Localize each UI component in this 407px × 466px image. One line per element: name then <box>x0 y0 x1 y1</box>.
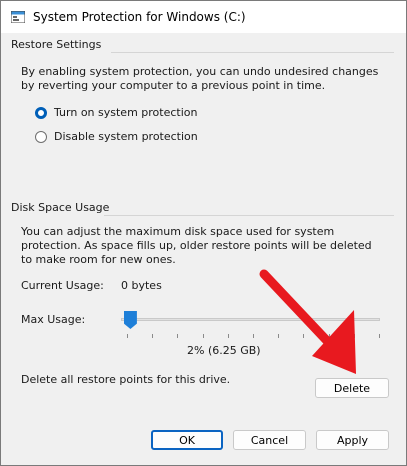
slider-tick <box>202 334 204 338</box>
disable-protection-label[interactable]: Disable system protection <box>54 130 198 143</box>
window-title: System Protection for Windows (C:) <box>33 10 246 24</box>
slider-tick <box>253 334 254 338</box>
max-usage-value: 2% (6.25 GB) <box>187 344 261 357</box>
apply-button[interactable]: Apply <box>316 430 389 450</box>
title-bar: System Protection for Windows (C:) <box>1 1 406 33</box>
disk-space-divider <box>104 215 394 216</box>
current-usage-value: 0 bytes <box>121 279 162 292</box>
disable-protection-radio[interactable]: Disable system protection <box>35 130 198 143</box>
slider-tick <box>152 334 154 338</box>
restore-settings-description: By enabling system protection, you can u… <box>21 65 379 92</box>
slider-tick <box>379 334 380 338</box>
disk-space-heading: Disk Space Usage <box>11 201 110 214</box>
window-app-icon <box>11 11 25 23</box>
slider-tick <box>227 334 229 338</box>
restore-settings-heading: Restore Settings <box>11 38 102 51</box>
radio-unselected-indicator[interactable] <box>35 130 47 143</box>
restore-settings-divider <box>111 52 394 53</box>
turn-on-protection-radio[interactable]: Turn on system protection <box>35 106 197 119</box>
turn-on-protection-label[interactable]: Turn on system protection <box>54 106 197 119</box>
slider-tick <box>177 334 179 338</box>
current-usage-label: Current Usage: <box>21 279 104 292</box>
delete-prompt: Delete all restore points for this drive… <box>21 373 231 386</box>
slider-tick <box>127 334 128 338</box>
radio-selected-indicator[interactable] <box>35 106 47 119</box>
disk-space-description: You can adjust the maximum disk space us… <box>21 225 372 266</box>
max-usage-label: Max Usage: <box>21 313 86 326</box>
ok-button[interactable]: OK <box>151 430 223 450</box>
delete-button[interactable]: Delete <box>315 378 389 398</box>
cancel-button[interactable]: Cancel <box>233 430 306 450</box>
red-arrow-annotation <box>259 269 356 374</box>
